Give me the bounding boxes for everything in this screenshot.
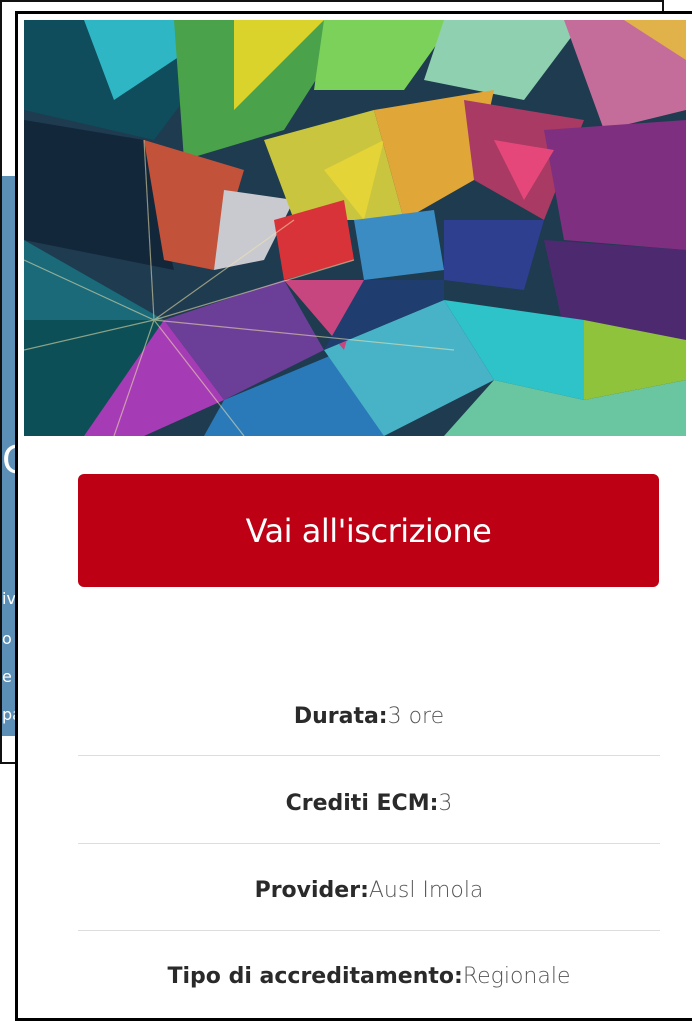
divider (78, 930, 660, 931)
detail-label: Tipo di accreditamento: (167, 964, 463, 989)
detail-accreditation-type: Tipo di accreditamento:Regionale (78, 962, 660, 992)
divider (78, 843, 660, 844)
course-card: Vai all'iscrizione Durata:3 ore Crediti … (15, 11, 692, 1021)
course-cover-image (24, 20, 686, 436)
enroll-button[interactable]: Vai all'iscrizione (78, 474, 659, 587)
detail-value: 3 (438, 791, 453, 816)
detail-label: Durata: (293, 704, 388, 729)
detail-label: Provider: (254, 878, 369, 903)
detail-duration: Durata:3 ore (78, 702, 660, 732)
detail-label: Crediti ECM: (285, 791, 439, 816)
detail-value: Regionale (462, 964, 571, 989)
divider (78, 755, 660, 756)
detail-value: Ausl Imola (368, 878, 484, 903)
detail-provider: Provider:Ausl Imola (78, 876, 660, 906)
detail-value: 3 ore (387, 704, 445, 729)
detail-ecm-credits: Crediti ECM:3 (78, 789, 660, 819)
